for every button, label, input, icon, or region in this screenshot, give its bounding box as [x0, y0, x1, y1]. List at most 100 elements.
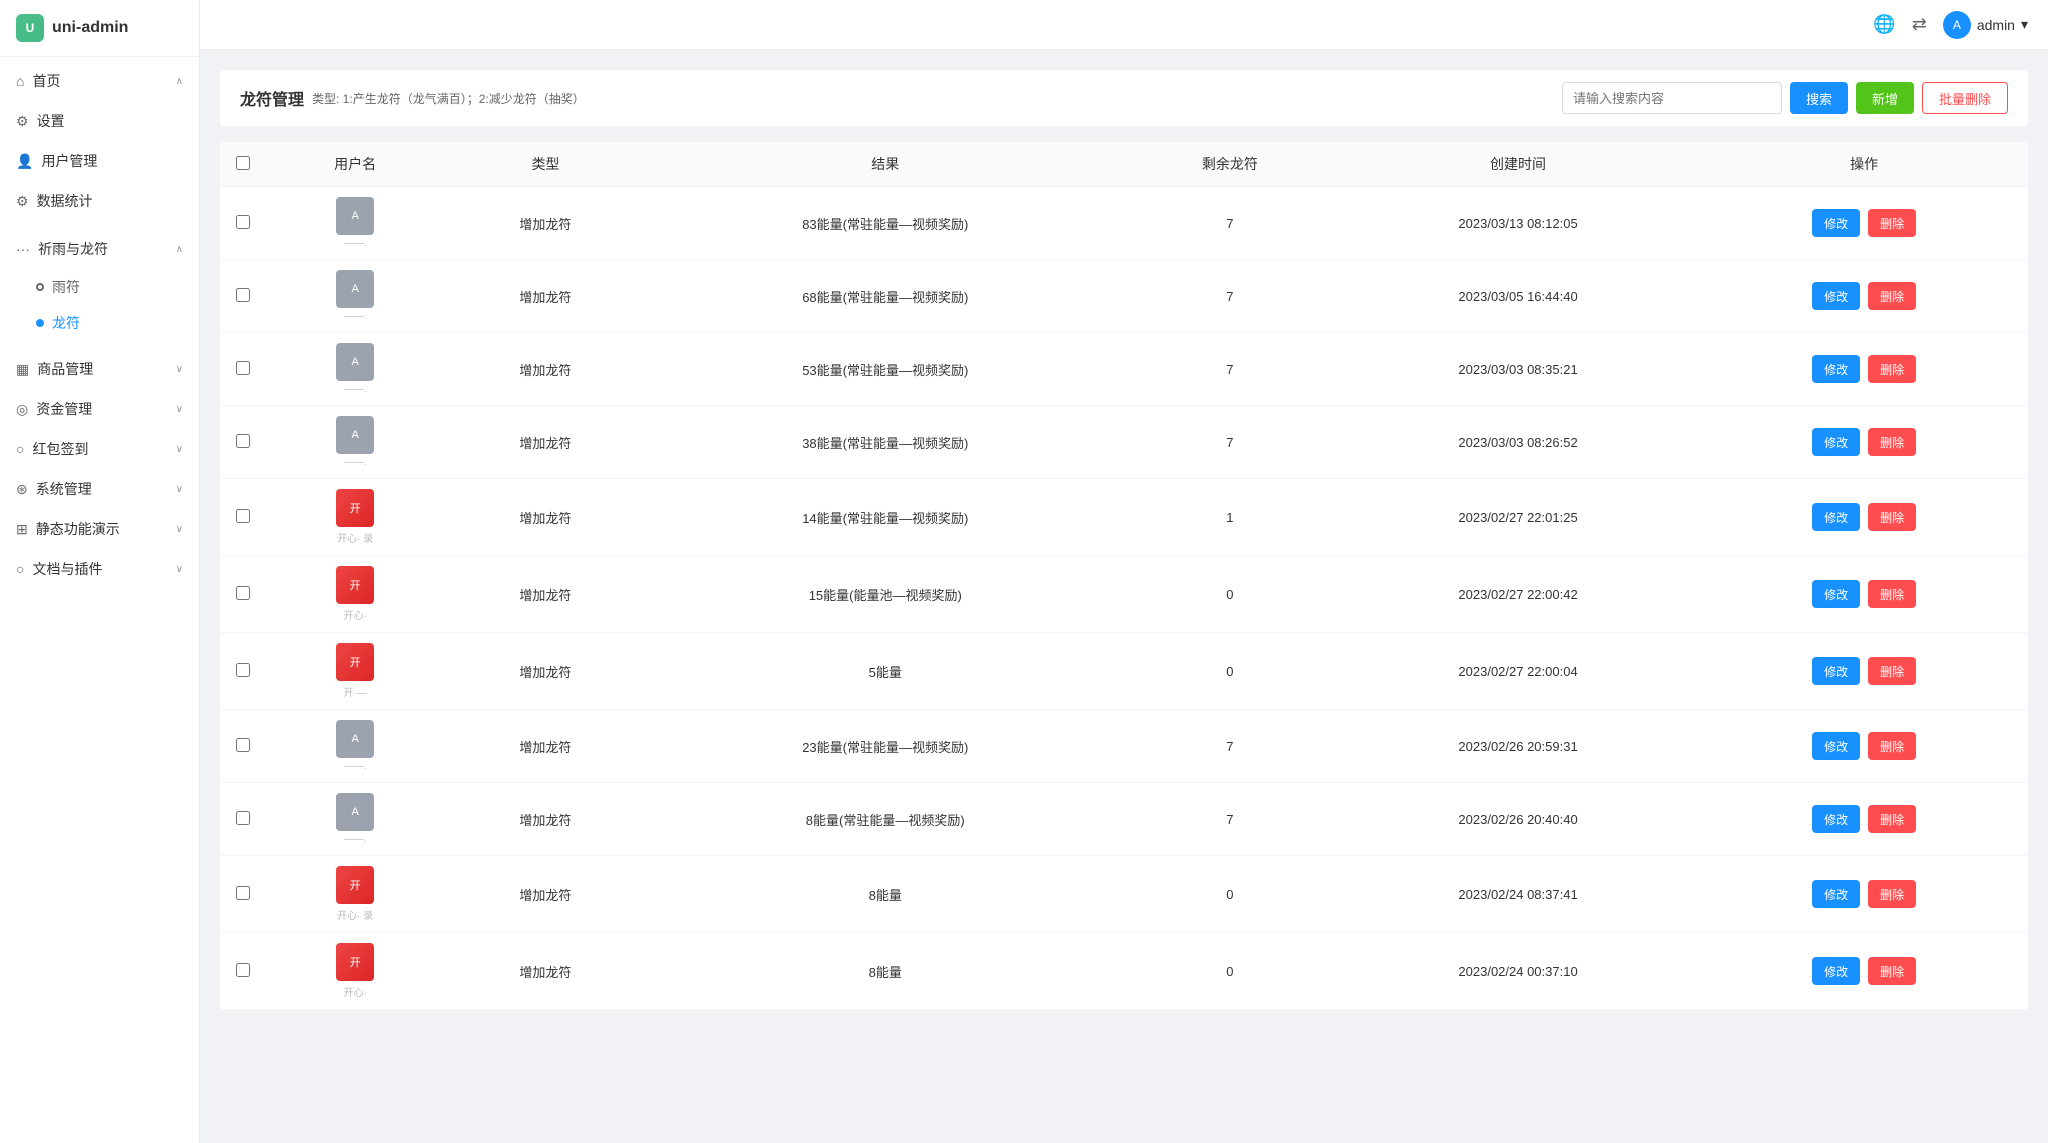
- search-input[interactable]: [1562, 82, 1782, 114]
- cell-actions: 修改 删除: [1700, 556, 2028, 633]
- row-checkbox[interactable]: [236, 811, 250, 825]
- table-row: 开 开心· 录 增加龙符 14能量(常驻能量—视频奖励) 1 2023/02/2…: [220, 479, 2028, 556]
- delete-button[interactable]: 删除: [1868, 880, 1916, 908]
- sidebar-item-settings[interactable]: ⚙ 设置: [0, 101, 199, 141]
- static-icon: ⊞: [16, 521, 28, 538]
- app-name: uni-admin: [52, 19, 128, 37]
- cell-username: 开 开心·: [266, 556, 444, 633]
- edit-button[interactable]: 修改: [1812, 580, 1860, 608]
- delete-button[interactable]: 删除: [1868, 209, 1916, 237]
- user-menu[interactable]: A admin ▾: [1943, 11, 2028, 39]
- edit-button[interactable]: 修改: [1812, 805, 1860, 833]
- cell-result: 8能量: [647, 856, 1124, 933]
- action-buttons: 修改 删除: [1716, 732, 2012, 760]
- header-checkbox-cell[interactable]: [220, 142, 266, 187]
- row-checkbox[interactable]: [236, 434, 250, 448]
- system-mgmt-label: 系统管理: [36, 479, 92, 499]
- row-checkbox[interactable]: [236, 963, 250, 977]
- row-checkbox[interactable]: [236, 586, 250, 600]
- logo-icon: U: [16, 14, 44, 42]
- translate-icon[interactable]: ⇄: [1912, 14, 1927, 35]
- action-buttons: 修改 删除: [1716, 957, 2012, 985]
- row-checkbox-cell[interactable]: [220, 710, 266, 783]
- cell-remaining: 7: [1124, 333, 1336, 406]
- sidebar-item-asset-mgmt[interactable]: ◎ 资金管理 ∨: [0, 389, 199, 429]
- edit-button[interactable]: 修改: [1812, 657, 1860, 685]
- row-checkbox-cell[interactable]: [220, 260, 266, 333]
- row-checkbox[interactable]: [236, 886, 250, 900]
- table-row: A ——. 增加龙符 38能量(常驻能量—视频奖励) 7 2023/03/03 …: [220, 406, 2028, 479]
- sidebar-item-rain-symbol[interactable]: 雨符: [0, 269, 199, 305]
- cell-created-at: 2023/03/03 08:26:52: [1336, 406, 1700, 479]
- sidebar-item-docs-plugins[interactable]: ○ 文档与插件 ∨: [0, 549, 199, 589]
- sidebar-item-redpacket[interactable]: ○ 红包签到 ∨: [0, 429, 199, 469]
- search-button[interactable]: 搜索: [1790, 82, 1848, 114]
- rain-dragon-icon: ···: [16, 241, 30, 257]
- delete-button[interactable]: 删除: [1868, 957, 1916, 985]
- user-icon: 👤: [16, 153, 33, 170]
- delete-button[interactable]: 删除: [1868, 428, 1916, 456]
- row-checkbox[interactable]: [236, 663, 250, 677]
- settings-label: 设置: [37, 111, 65, 131]
- sidebar-item-static-demo[interactable]: ⊞ 静态功能演示 ∨: [0, 509, 199, 549]
- delete-button[interactable]: 删除: [1868, 355, 1916, 383]
- batch-delete-button[interactable]: 批量删除: [1922, 82, 2008, 114]
- sidebar-item-product-mgmt[interactable]: ▦ 商品管理 ∨: [0, 349, 199, 389]
- username-sub: ——.: [344, 834, 367, 845]
- rain-symbol-label: 雨符: [52, 277, 80, 297]
- edit-button[interactable]: 修改: [1812, 732, 1860, 760]
- sidebar-item-dragon-symbol[interactable]: 龙符: [0, 305, 199, 341]
- system-icon: ⊛: [16, 481, 28, 498]
- row-checkbox-cell[interactable]: [220, 187, 266, 260]
- select-all-checkbox[interactable]: [236, 156, 250, 170]
- row-checkbox-cell[interactable]: [220, 783, 266, 856]
- delete-button[interactable]: 删除: [1868, 732, 1916, 760]
- cell-username: 开 开心· 录: [266, 856, 444, 933]
- edit-button[interactable]: 修改: [1812, 503, 1860, 531]
- user-card: 开 开心·: [282, 566, 428, 622]
- sidebar-item-rain-dragon[interactable]: ··· 祈雨与龙符 ∧: [0, 229, 199, 269]
- row-checkbox[interactable]: [236, 738, 250, 752]
- user-card: A ——.: [282, 416, 428, 468]
- edit-button[interactable]: 修改: [1812, 209, 1860, 237]
- sidebar-item-home[interactable]: ⌂ 首页 ∧: [0, 61, 199, 101]
- row-checkbox-cell[interactable]: [220, 933, 266, 1010]
- user-card: 开 开心· 录: [282, 866, 428, 922]
- new-button[interactable]: 新增: [1856, 82, 1914, 114]
- language-icon[interactable]: 🌐: [1873, 14, 1895, 35]
- row-checkbox[interactable]: [236, 215, 250, 229]
- row-checkbox-cell[interactable]: [220, 479, 266, 556]
- edit-button[interactable]: 修改: [1812, 428, 1860, 456]
- row-checkbox-cell[interactable]: [220, 856, 266, 933]
- row-checkbox-cell[interactable]: [220, 333, 266, 406]
- cell-remaining: 7: [1124, 783, 1336, 856]
- sidebar: U uni-admin ⌂ 首页 ∧ ⚙ 设置 👤 用户管理 ⚙: [0, 0, 200, 1143]
- row-checkbox-cell[interactable]: [220, 556, 266, 633]
- edit-button[interactable]: 修改: [1812, 957, 1860, 985]
- stats-icon: ⚙: [16, 193, 29, 210]
- row-checkbox-cell[interactable]: [220, 406, 266, 479]
- row-checkbox-cell[interactable]: [220, 633, 266, 710]
- edit-button[interactable]: 修改: [1812, 355, 1860, 383]
- sidebar-item-data-stats[interactable]: ⚙ 数据统计: [0, 181, 199, 221]
- logo-area[interactable]: U uni-admin: [0, 0, 199, 57]
- page-subtitle: 类型: 1:产生龙符（龙气满百）；2:减少龙符（抽奖）: [312, 90, 585, 107]
- cell-result: 38能量(常驻能量—视频奖励): [647, 406, 1124, 479]
- row-checkbox[interactable]: [236, 361, 250, 375]
- sidebar-item-user-mgmt[interactable]: 👤 用户管理: [0, 141, 199, 181]
- sidebar-item-system-mgmt[interactable]: ⊛ 系统管理 ∨: [0, 469, 199, 509]
- edit-button[interactable]: 修改: [1812, 880, 1860, 908]
- delete-button[interactable]: 删除: [1868, 282, 1916, 310]
- delete-button[interactable]: 删除: [1868, 503, 1916, 531]
- edit-button[interactable]: 修改: [1812, 282, 1860, 310]
- cell-username: A ——.: [266, 783, 444, 856]
- row-checkbox[interactable]: [236, 288, 250, 302]
- delete-button[interactable]: 删除: [1868, 580, 1916, 608]
- cell-type: 增加龙符: [444, 633, 646, 710]
- delete-button[interactable]: 删除: [1868, 657, 1916, 685]
- cell-created-at: 2023/02/26 20:40:40: [1336, 783, 1700, 856]
- cell-created-at: 2023/03/03 08:35:21: [1336, 333, 1700, 406]
- row-checkbox[interactable]: [236, 509, 250, 523]
- action-buttons: 修改 删除: [1716, 503, 2012, 531]
- delete-button[interactable]: 删除: [1868, 805, 1916, 833]
